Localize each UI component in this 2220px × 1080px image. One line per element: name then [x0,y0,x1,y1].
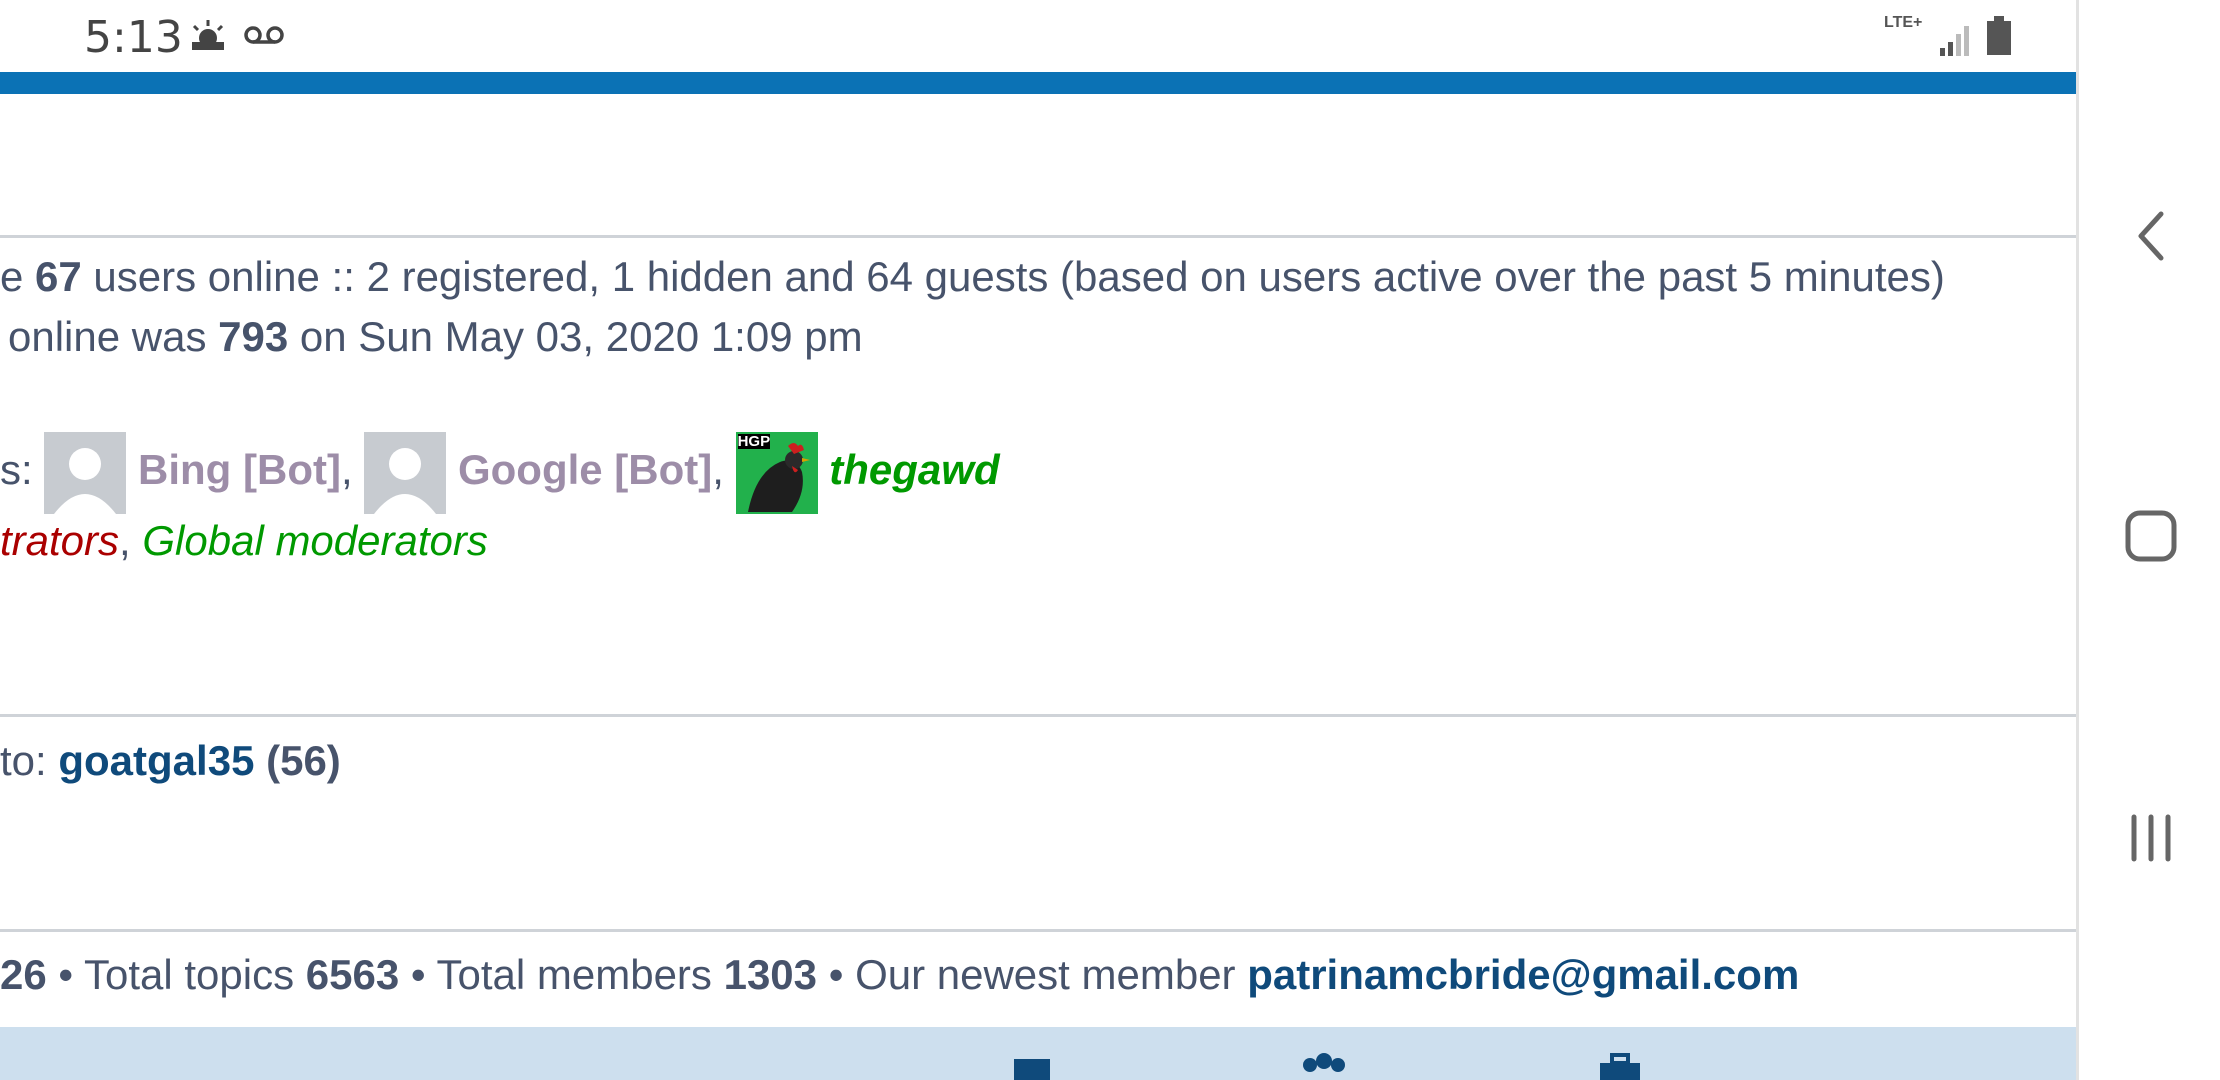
recents-button[interactable] [2079,778,2220,898]
avatar [44,431,127,514]
footer-nav-band [0,1027,2076,1080]
user-link-thegawd[interactable]: thegawd [829,446,999,493]
system-navigation-bar [2076,0,2220,1080]
signal-icon [1938,22,1972,61]
record-online-count: 793 [218,313,289,360]
users-icon[interactable] [1296,1049,1352,1080]
user-link-bing-bot[interactable]: Bing [Bot] [138,446,341,493]
status-bar: 5:13 LTE+ [0,0,2076,72]
facebook-icon[interactable] [1010,1055,1054,1080]
status-time: 5:13 [84,12,183,63]
forum-stats-panel: e 67 users online :: 2 registered, 1 hid… [0,94,2076,1080]
statistics-line: 26 • Total topics 6563 • Total members 1… [0,951,1800,998]
who-is-online-line: e 67 users online :: 2 registered, 1 hid… [0,253,1945,300]
divider [0,714,2076,717]
recents-icon [2131,814,2171,862]
total-members: 1303 [723,951,818,998]
online-users-count: 67 [35,253,82,300]
chevron-left-icon [2138,211,2164,261]
divider [0,929,2076,932]
record-online-line: online was 793 on Sun May 03, 2020 1:09 … [8,313,863,360]
briefcase-icon[interactable] [1596,1051,1644,1080]
registered-users-line: s: Bing [Bot], Google [Bot], HGP thegawd [0,429,1000,514]
network-type: LTE+ [1884,14,1923,31]
birthday-line: to: goatgal35 (56) [0,737,341,784]
avatar-label: HGP [737,432,771,450]
header-band [0,72,2076,94]
group-legend: trators, Global moderators [0,517,488,564]
avatar: HGP [735,431,818,514]
birthday-user-link[interactable]: goatgal35 [58,737,254,784]
newest-member-link[interactable]: patrinamcbride@gmail.com [1247,951,1799,998]
voicemail-icon [244,24,284,51]
legend-administrators[interactable]: trators [0,517,119,564]
total-topics: 6563 [305,951,400,998]
weather-icon [188,18,228,57]
divider [0,235,2076,238]
battery-icon [1986,16,2012,61]
user-link-google-bot[interactable]: Google [Bot] [458,446,712,493]
back-button[interactable] [2079,176,2220,296]
avatar [364,431,447,514]
home-button[interactable] [2079,476,2220,596]
home-square-icon [2125,510,2177,562]
legend-global-moderators[interactable]: Global moderators [142,517,488,564]
